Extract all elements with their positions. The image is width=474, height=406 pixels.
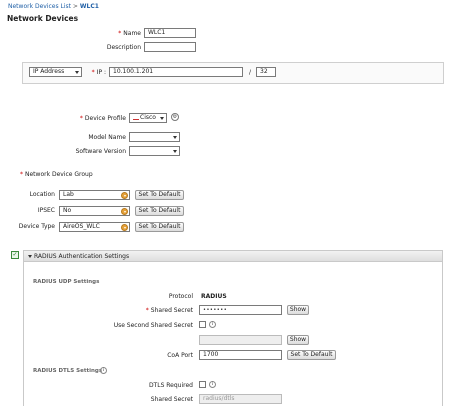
name-field[interactable]: WLC1 bbox=[144, 28, 196, 38]
ipsec-label: IPSEC bbox=[37, 207, 55, 214]
mask-separator: / bbox=[249, 69, 252, 76]
protocol-label: Protocol bbox=[168, 293, 193, 300]
description-field[interactable] bbox=[144, 42, 196, 52]
radius-dtls-settings-title: RADIUS DTLS Settings bbox=[33, 368, 103, 374]
software-version-select[interactable] bbox=[129, 146, 180, 156]
settings-gear-icon[interactable]: ⚙ bbox=[171, 113, 179, 121]
shared-secret-field[interactable]: ••••••• bbox=[199, 305, 282, 315]
chevron-down-icon bbox=[173, 136, 177, 139]
use-second-secret-checkbox[interactable] bbox=[199, 321, 206, 328]
info-icon[interactable]: i bbox=[209, 321, 216, 328]
info-icon[interactable]: i bbox=[209, 381, 216, 388]
radius-udp-settings-title: RADIUS UDP Settings bbox=[33, 279, 100, 285]
device-profile-select[interactable]: Cisco bbox=[129, 113, 167, 123]
info-icon[interactable]: i bbox=[100, 367, 107, 374]
location-label: Location bbox=[29, 191, 55, 198]
radius-panel-header[interactable]: RADIUS Authentication Settings bbox=[24, 251, 442, 262]
device-type-set-default-button[interactable]: Set To Default bbox=[135, 222, 184, 232]
dropdown-icon bbox=[121, 208, 128, 215]
location-select[interactable]: Lab bbox=[59, 190, 130, 200]
radius-panel bbox=[23, 250, 443, 406]
dtls-required-label: DTLS Required bbox=[148, 382, 193, 389]
radius-enable-checkbox[interactable]: ✓ bbox=[11, 251, 19, 259]
mask-field[interactable]: 32 bbox=[256, 67, 276, 77]
breadcrumb: Network Devices List > WLC1 bbox=[8, 3, 99, 10]
coa-port-field[interactable]: 1700 bbox=[199, 350, 282, 360]
software-version-label: Software Version bbox=[75, 148, 126, 155]
dropdown-icon bbox=[121, 224, 128, 231]
breadcrumb-link-network-devices-list[interactable]: Network Devices List bbox=[8, 3, 71, 10]
second-secret-show-button[interactable]: Show bbox=[287, 335, 309, 345]
device-type-label: Device Type bbox=[18, 223, 55, 230]
use-second-secret-label: Use Second Shared Secret bbox=[113, 322, 193, 329]
dtls-required-checkbox[interactable] bbox=[199, 381, 206, 388]
breadcrumb-current: WLC1 bbox=[79, 3, 99, 10]
device-type-select[interactable]: AireOS_WLC bbox=[59, 222, 130, 232]
second-shared-secret-field bbox=[199, 335, 282, 345]
name-label: * Name bbox=[118, 30, 141, 37]
model-name-select[interactable] bbox=[129, 132, 180, 142]
chevron-down-icon bbox=[75, 71, 79, 74]
ipsec-select[interactable]: No bbox=[59, 206, 130, 216]
chevron-down-icon bbox=[173, 150, 177, 153]
dtls-shared-secret-label: Shared Secret bbox=[150, 396, 193, 403]
device-profile-label: * Device Profile bbox=[79, 115, 126, 122]
collapse-triangle-icon bbox=[28, 255, 32, 258]
ip-field[interactable]: 10.100.1.201 bbox=[109, 67, 243, 77]
shared-secret-show-button[interactable]: Show bbox=[287, 305, 309, 315]
cisco-logo-icon bbox=[133, 116, 139, 120]
ip-label: * IP : bbox=[91, 69, 106, 76]
dropdown-icon bbox=[121, 192, 128, 199]
coa-port-label: CoA Port bbox=[167, 352, 193, 359]
ipsec-set-default-button[interactable]: Set To Default bbox=[135, 206, 184, 216]
shared-secret-label: * Shared Secret bbox=[145, 307, 193, 314]
description-label: Description bbox=[106, 44, 141, 51]
location-set-default-button[interactable]: Set To Default bbox=[135, 190, 184, 200]
coa-set-default-button[interactable]: Set To Default bbox=[287, 350, 336, 360]
model-name-label: Model Name bbox=[88, 134, 126, 141]
chevron-down-icon bbox=[160, 117, 164, 120]
protocol-value: RADIUS bbox=[201, 293, 227, 300]
ip-type-select[interactable]: IP Address bbox=[29, 67, 82, 77]
page-title: Network Devices bbox=[7, 14, 79, 23]
breadcrumb-separator: > bbox=[72, 3, 78, 10]
dtls-shared-secret-field: radius/dtls bbox=[199, 394, 282, 404]
ndg-title: * Network Device Group bbox=[20, 171, 93, 178]
